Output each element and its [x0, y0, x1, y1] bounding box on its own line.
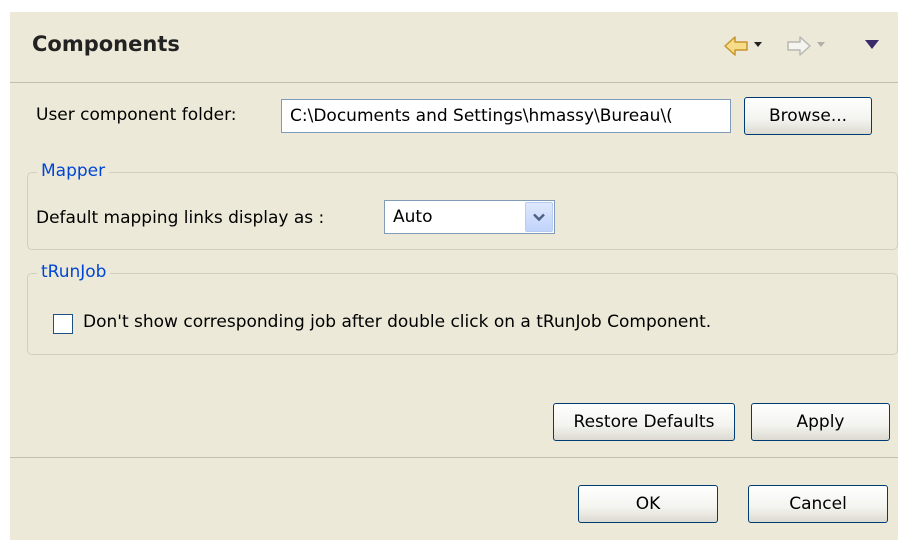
apply-button[interactable]: Apply: [751, 403, 890, 441]
mapper-group-title: Mapper: [37, 161, 110, 181]
restore-defaults-button[interactable]: Restore Defaults: [553, 403, 735, 441]
mapping-display-value: Auto: [393, 207, 433, 227]
mapping-display-label: Default mapping links display as :: [36, 208, 325, 228]
user-folder-label: User component folder:: [36, 105, 237, 125]
ok-button[interactable]: OK: [578, 485, 718, 523]
forward-arrow-icon: [786, 34, 812, 58]
user-folder-input[interactable]: [282, 100, 730, 132]
mapping-display-select[interactable]: Auto: [384, 200, 555, 234]
browse-button[interactable]: Browse...: [744, 97, 872, 135]
cancel-button[interactable]: Cancel: [748, 485, 888, 523]
page-header: Components: [10, 12, 898, 83]
dont-show-job-label: Don't show corresponding job after doubl…: [83, 312, 712, 332]
dont-show-job-checkbox[interactable]: [53, 314, 73, 334]
user-folder-field[interactable]: [281, 99, 731, 133]
preferences-dialog: Components User component folder: Browse…: [10, 12, 898, 540]
forward-history-dropdown-icon: [817, 42, 825, 66]
back-arrow-icon[interactable]: [723, 34, 749, 58]
view-menu-icon[interactable]: [865, 40, 879, 64]
footer-separator: [10, 457, 898, 458]
top-margin: [0, 0, 898, 12]
page-title: Components: [32, 32, 180, 56]
back-history-dropdown-icon[interactable]: [754, 42, 762, 66]
trunjob-group-title: tRunJob: [37, 262, 111, 282]
chevron-down-icon[interactable]: [525, 202, 553, 232]
